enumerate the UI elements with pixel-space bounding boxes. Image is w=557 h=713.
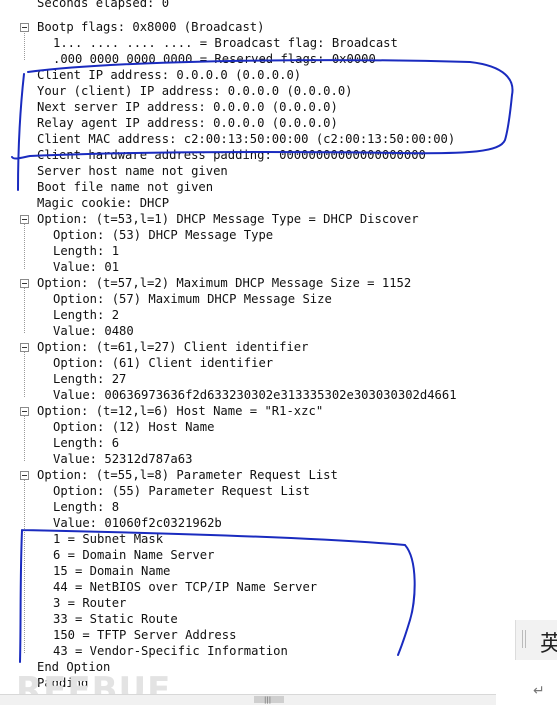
collapse-toggle-icon[interactable] [20,215,29,224]
tree-row[interactable]: Client hardware address padding: 0000000… [37,147,426,163]
tree-row[interactable]: Value: 52312d787a63 [53,451,192,467]
collapse-toggle-icon[interactable] [20,23,29,32]
tree-row[interactable]: 3 = Router [53,595,126,611]
tree-row[interactable]: Option: (t=61,l=27) Client identifier [37,339,309,355]
tree-row[interactable]: Your (client) IP address: 0.0.0.0 (0.0.0… [37,83,353,99]
tree-row[interactable]: Option: (t=53,l=1) DHCP Message Type = D… [37,211,419,227]
tree-row[interactable]: 33 = Static Route [53,611,178,627]
tree-row[interactable]: Value: 0480 [53,323,134,339]
tree-row[interactable]: Client IP address: 0.0.0.0 (0.0.0.0) [37,67,301,83]
horizontal-scrollbar[interactable]: ||| [0,694,496,705]
tree-guide-line [24,224,26,269]
tree-row[interactable]: Option: (57) Maximum DHCP Message Size [53,291,332,307]
tree-row[interactable]: Value: 01060f2c0321962b [53,515,222,531]
tree-row[interactable]: Option: (61) Client identifier [53,355,273,371]
collapse-toggle-icon[interactable] [20,279,29,288]
tree-row[interactable]: Length: 8 [53,499,119,515]
tree-row[interactable]: 15 = Domain Name [53,563,170,579]
tree-row[interactable]: Option: (t=55,l=8) Parameter Request Lis… [37,467,338,483]
tree-guide-line [24,352,26,397]
tree-row[interactable]: Option: (t=57,l=2) Maximum DHCP Message … [37,275,411,291]
tree-row[interactable]: .000 0000 0000 0000 = Reserved flags: 0x… [53,51,376,67]
tree-row[interactable]: Option: (53) DHCP Message Type [53,227,273,243]
tree-row[interactable]: Boot file name not given [37,179,213,195]
tree-row[interactable]: 6 = Domain Name Server [53,547,214,563]
collapse-toggle-icon[interactable] [20,407,29,416]
tree-row[interactable]: Relay agent IP address: 0.0.0.0 (0.0.0.0… [37,115,338,131]
tree-row[interactable]: Value: 00636973636f2d633230302e313335302… [53,387,457,403]
ime-grip-icon [522,630,526,648]
ime-language-indicator[interactable]: 英 [515,620,557,660]
tree-guide-line [24,480,26,653]
ime-language-label: 英 [540,632,557,657]
tree-row[interactable]: Seconds elapsed: 0 [37,0,169,11]
tree-row[interactable]: Length: 6 [53,435,119,451]
tree-row[interactable]: Length: 1 [53,243,119,259]
tree-row[interactable]: 1 = Subnet Mask [53,531,163,547]
tree-row[interactable]: Option: (55) Parameter Request List [53,483,310,499]
tree-row[interactable]: Length: 2 [53,307,119,323]
tree-row[interactable]: Length: 27 [53,371,126,387]
collapse-toggle-icon[interactable] [20,471,29,480]
tree-guide-line [24,288,26,333]
tree-row[interactable]: Client MAC address: c2:00:13:50:00:00 (c… [37,131,455,147]
tree-row[interactable]: Server host name not given [37,163,228,179]
tree-row[interactable]: Option: (t=12,l=6) Host Name = "R1-xzc" [37,403,323,419]
scroll-grip-icon: ||| [264,696,272,704]
tree-row[interactable]: 1... .... .... .... = Broadcast flag: Br… [53,35,398,51]
tree-row[interactable]: 43 = Vendor-Specific Information [53,643,288,659]
tree-row[interactable]: Bootp flags: 0x8000 (Broadcast) [37,19,264,35]
tree-guide-line [24,30,26,60]
tree-row[interactable]: Next server IP address: 0.0.0.0 (0.0.0.0… [37,99,338,115]
collapse-toggle-icon[interactable] [20,343,29,352]
tree-row[interactable]: Option: (12) Host Name [53,419,214,435]
tree-row[interactable]: 150 = TFTP Server Address [53,627,236,643]
tree-row[interactable]: Magic cookie: DHCP [37,195,169,211]
tree-guide-line [24,416,26,461]
tree-row[interactable]: Value: 01 [53,259,119,275]
enter-arrow-icon: ↵ [533,683,545,699]
tree-row[interactable]: 44 = NetBIOS over TCP/IP Name Server [53,579,317,595]
